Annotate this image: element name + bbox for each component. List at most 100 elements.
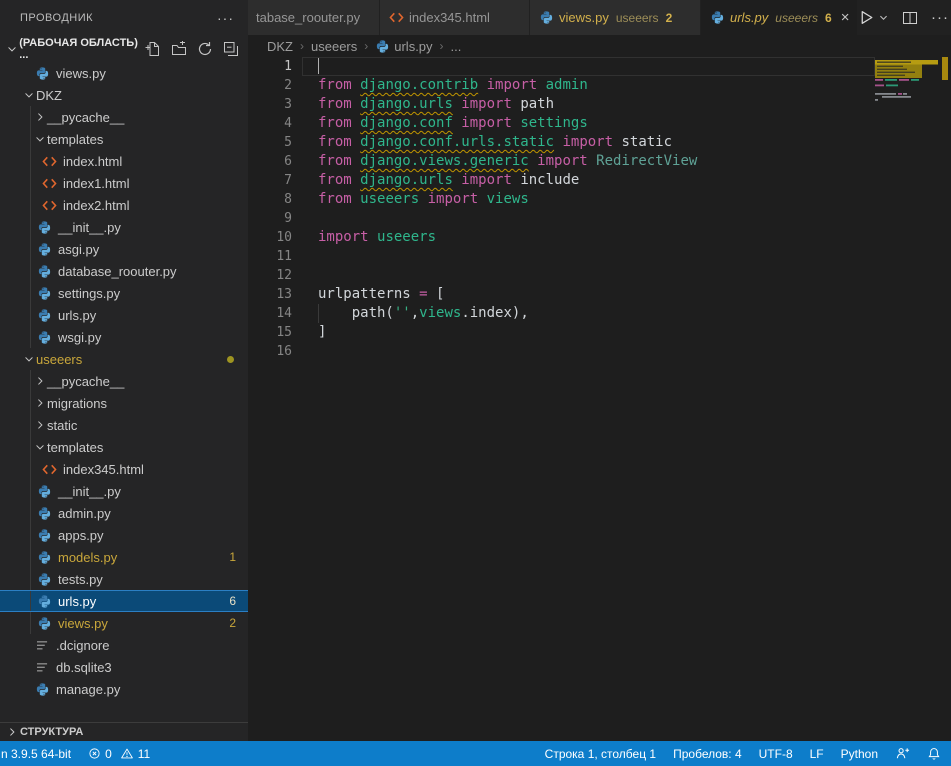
outline-section-header[interactable]: СТРУКТУРА	[0, 722, 248, 741]
tree-item-tests-py[interactable]: tests.py	[0, 568, 248, 590]
split-editor-icon[interactable]	[902, 10, 918, 26]
encoding-item[interactable]: UTF-8	[759, 747, 793, 761]
python-file-icon	[36, 285, 52, 301]
tree-item-index2-html[interactable]: index2.html	[0, 194, 248, 216]
notifications-bell-icon[interactable]	[927, 747, 941, 761]
code-line-12[interactable]: 12	[248, 266, 875, 285]
code-line-10[interactable]: 10import useeers	[248, 228, 875, 247]
editor-actions: ···	[858, 0, 951, 35]
tree-item-views-py[interactable]: views.py2	[0, 612, 248, 634]
tree-item-init-py[interactable]: __init__.py	[0, 216, 248, 238]
tree-item-dkz[interactable]: DKZ	[0, 84, 248, 106]
code-line-4[interactable]: 4from django.conf import settings	[248, 114, 875, 133]
workspace-section-header[interactable]: (РАБОЧАЯ ОБЛАСТЬ) ...	[0, 38, 248, 60]
breadcrumb: DKZ›useeers›urls.py›...	[248, 35, 951, 57]
indent-guide	[30, 480, 31, 502]
tree-item-label: index345.html	[63, 462, 144, 477]
explorer-actions	[144, 40, 240, 58]
tab-urls-py[interactable]: urls.pyuseeers6×	[701, 0, 857, 35]
python-file-icon	[36, 219, 52, 235]
tree-item-admin-py[interactable]: admin.py	[0, 502, 248, 524]
tree-item-apps-py[interactable]: apps.py	[0, 524, 248, 546]
python-interpreter-item[interactable]: n 3.9.5 64-bit	[1, 747, 71, 761]
tree-item-templates[interactable]: templates	[0, 436, 248, 458]
tree-item-urls-py[interactable]: urls.py	[0, 304, 248, 326]
new-folder-icon[interactable]	[170, 40, 188, 58]
tree-item-manage-py[interactable]: manage.py	[0, 678, 248, 700]
refresh-icon[interactable]	[196, 40, 214, 58]
tree-item-label: apps.py	[58, 528, 104, 543]
tree-item-useeers[interactable]: useeers	[0, 348, 248, 370]
tree-item-asgi-py[interactable]: asgi.py	[0, 238, 248, 260]
tab-index345-html[interactable]: index345.html	[380, 0, 529, 35]
status-bar-left: n 3.9.5 64-bit 0 11	[0, 747, 150, 761]
code-line-9[interactable]: 9	[248, 209, 875, 228]
tree-item-label: settings.py	[58, 286, 120, 301]
language-mode-item[interactable]: Python	[841, 747, 878, 761]
python-file-icon	[36, 263, 52, 279]
tree-item-init-py[interactable]: __init__.py	[0, 480, 248, 502]
tree-item-label: tests.py	[58, 572, 103, 587]
python-file-icon	[36, 505, 52, 521]
tab-views-py[interactable]: views.pyuseeers2	[530, 0, 700, 35]
code-line-6[interactable]: 6from django.views.generic import Redire…	[248, 152, 875, 171]
close-icon[interactable]: ×	[841, 10, 850, 25]
eol-item[interactable]: LF	[810, 747, 824, 761]
tree-item-settings-py[interactable]: settings.py	[0, 282, 248, 304]
tree-item-label: useeers	[36, 352, 82, 367]
code-line-11[interactable]: 11	[248, 247, 875, 266]
code-line-15[interactable]: 15]	[248, 323, 875, 342]
tree-item-static[interactable]: static	[0, 414, 248, 436]
code-line-5[interactable]: 5from django.conf.urls.static import sta…	[248, 133, 875, 152]
tab-tabase-roouter-py[interactable]: tabase_roouter.py	[248, 0, 379, 35]
tree-item-index345-html[interactable]: index345.html	[0, 458, 248, 480]
breadcrumb-item-dkz[interactable]: DKZ	[267, 39, 293, 54]
tree-item-pycache[interactable]: __pycache__	[0, 370, 248, 392]
breadcrumb-item-urls-py[interactable]: urls.py	[375, 39, 432, 54]
tree-item-migrations[interactable]: migrations	[0, 392, 248, 414]
more-actions-icon[interactable]: ···	[931, 9, 949, 26]
html-file-icon	[41, 197, 57, 213]
code-line-7[interactable]: 7from django.urls import include	[248, 171, 875, 190]
python-file-icon	[36, 615, 52, 631]
collapse-all-icon[interactable]	[222, 40, 240, 58]
error-count: 0	[105, 747, 112, 761]
tree-item-index1-html[interactable]: index1.html	[0, 172, 248, 194]
code-line-2[interactable]: 2from django.contrib import admin	[248, 76, 875, 95]
tree-item-models-py[interactable]: models.py1	[0, 546, 248, 568]
breadcrumb-item-[interactable]: ...	[451, 39, 462, 54]
tree-item-templates[interactable]: templates	[0, 128, 248, 150]
code-line-14[interactable]: 14 path('',views.index),	[248, 304, 875, 323]
feedback-icon[interactable]	[895, 746, 910, 761]
code-line-3[interactable]: 3from django.urls import path	[248, 95, 875, 114]
tree-item-db-sqlite3[interactable]: db.sqlite3	[0, 656, 248, 678]
problems-item[interactable]: 0 11	[88, 747, 150, 761]
code-line-1[interactable]: 1	[248, 57, 875, 76]
tree-item-database-roouter-py[interactable]: database_roouter.py	[0, 260, 248, 282]
code-line-8[interactable]: 8from useeers import views	[248, 190, 875, 209]
run-button[interactable]	[858, 9, 889, 26]
line-number: 3	[248, 95, 292, 114]
explorer-more-icon[interactable]: ···	[217, 10, 234, 26]
chevron-down-icon	[22, 90, 36, 100]
tree-item-pycache[interactable]: __pycache__	[0, 106, 248, 128]
tab-problems-badge: 6	[825, 11, 832, 25]
line-number: 14	[248, 304, 292, 323]
line-number: 10	[248, 228, 292, 247]
code-line-16[interactable]: 16	[248, 342, 875, 361]
tree-item-label: views.py	[58, 616, 108, 631]
minimap[interactable]	[875, 57, 941, 187]
code-line-13[interactable]: 13urlpatterns = [	[248, 285, 875, 304]
breadcrumb-item-useeers[interactable]: useeers	[311, 39, 357, 54]
indentation-item[interactable]: Пробелов: 4	[673, 747, 742, 761]
cursor-position-item[interactable]: Строка 1, столбец 1	[545, 747, 656, 761]
line-number: 6	[248, 152, 292, 171]
tree-item-index-html[interactable]: index.html	[0, 150, 248, 172]
new-file-icon[interactable]	[144, 40, 162, 58]
tree-item-wsgi-py[interactable]: wsgi.py	[0, 326, 248, 348]
tree-item-views-py[interactable]: views.py	[0, 62, 248, 84]
tree-item-urls-py[interactable]: urls.py6	[0, 590, 248, 612]
tree-item-label: urls.py	[58, 594, 96, 609]
code-editor[interactable]: 12from django.contrib import admin3from …	[248, 57, 951, 741]
tree-item-dcignore[interactable]: .dcignore	[0, 634, 248, 656]
